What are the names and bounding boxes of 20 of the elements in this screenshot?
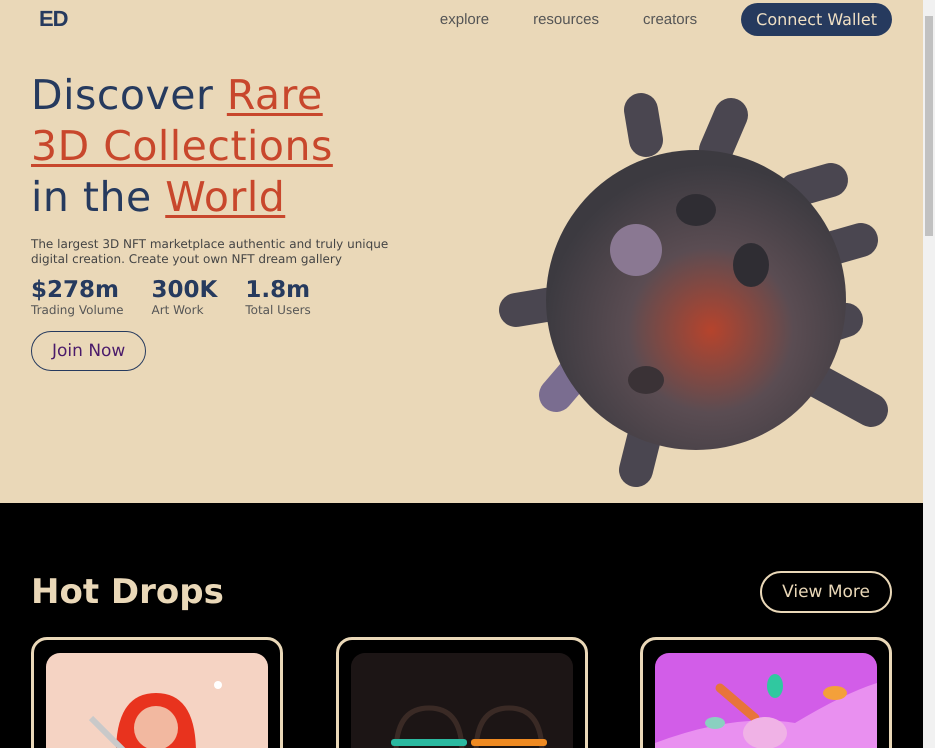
stat-value: 1.8m	[245, 277, 311, 303]
section-title: Hot Drops	[31, 572, 224, 612]
nav-link[interactable]: resources	[533, 10, 599, 28]
logo[interactable]: ED	[39, 6, 68, 32]
stat-label: Trading Volume	[31, 303, 124, 317]
view-more-button[interactable]: View More	[760, 571, 892, 613]
scrollbar[interactable]	[923, 0, 935, 748]
stat-label: Total Users	[245, 303, 311, 317]
join-now-button[interactable]: Join Now	[31, 331, 146, 371]
nft-card[interactable]	[31, 637, 283, 748]
stat-label: Art Work	[151, 303, 205, 317]
hero-heading: Discover Rare 3D Collections in the World	[31, 70, 334, 223]
hero-description: The largest 3D NFT marketplace authentic and truly unique digital creation. Create yout own NFT dream gallery	[31, 237, 390, 267]
nft-card[interactable]	[336, 637, 588, 748]
stat-value: 300K	[151, 277, 218, 303]
nav-link[interactable]: creators	[642, 10, 698, 28]
stat-value: $278m	[31, 277, 120, 303]
connect-wallet-button[interactable]: Connect Wallet	[741, 2, 892, 36]
nft-card[interactable]	[640, 637, 892, 748]
nav-link[interactable]: explore	[440, 10, 490, 28]
